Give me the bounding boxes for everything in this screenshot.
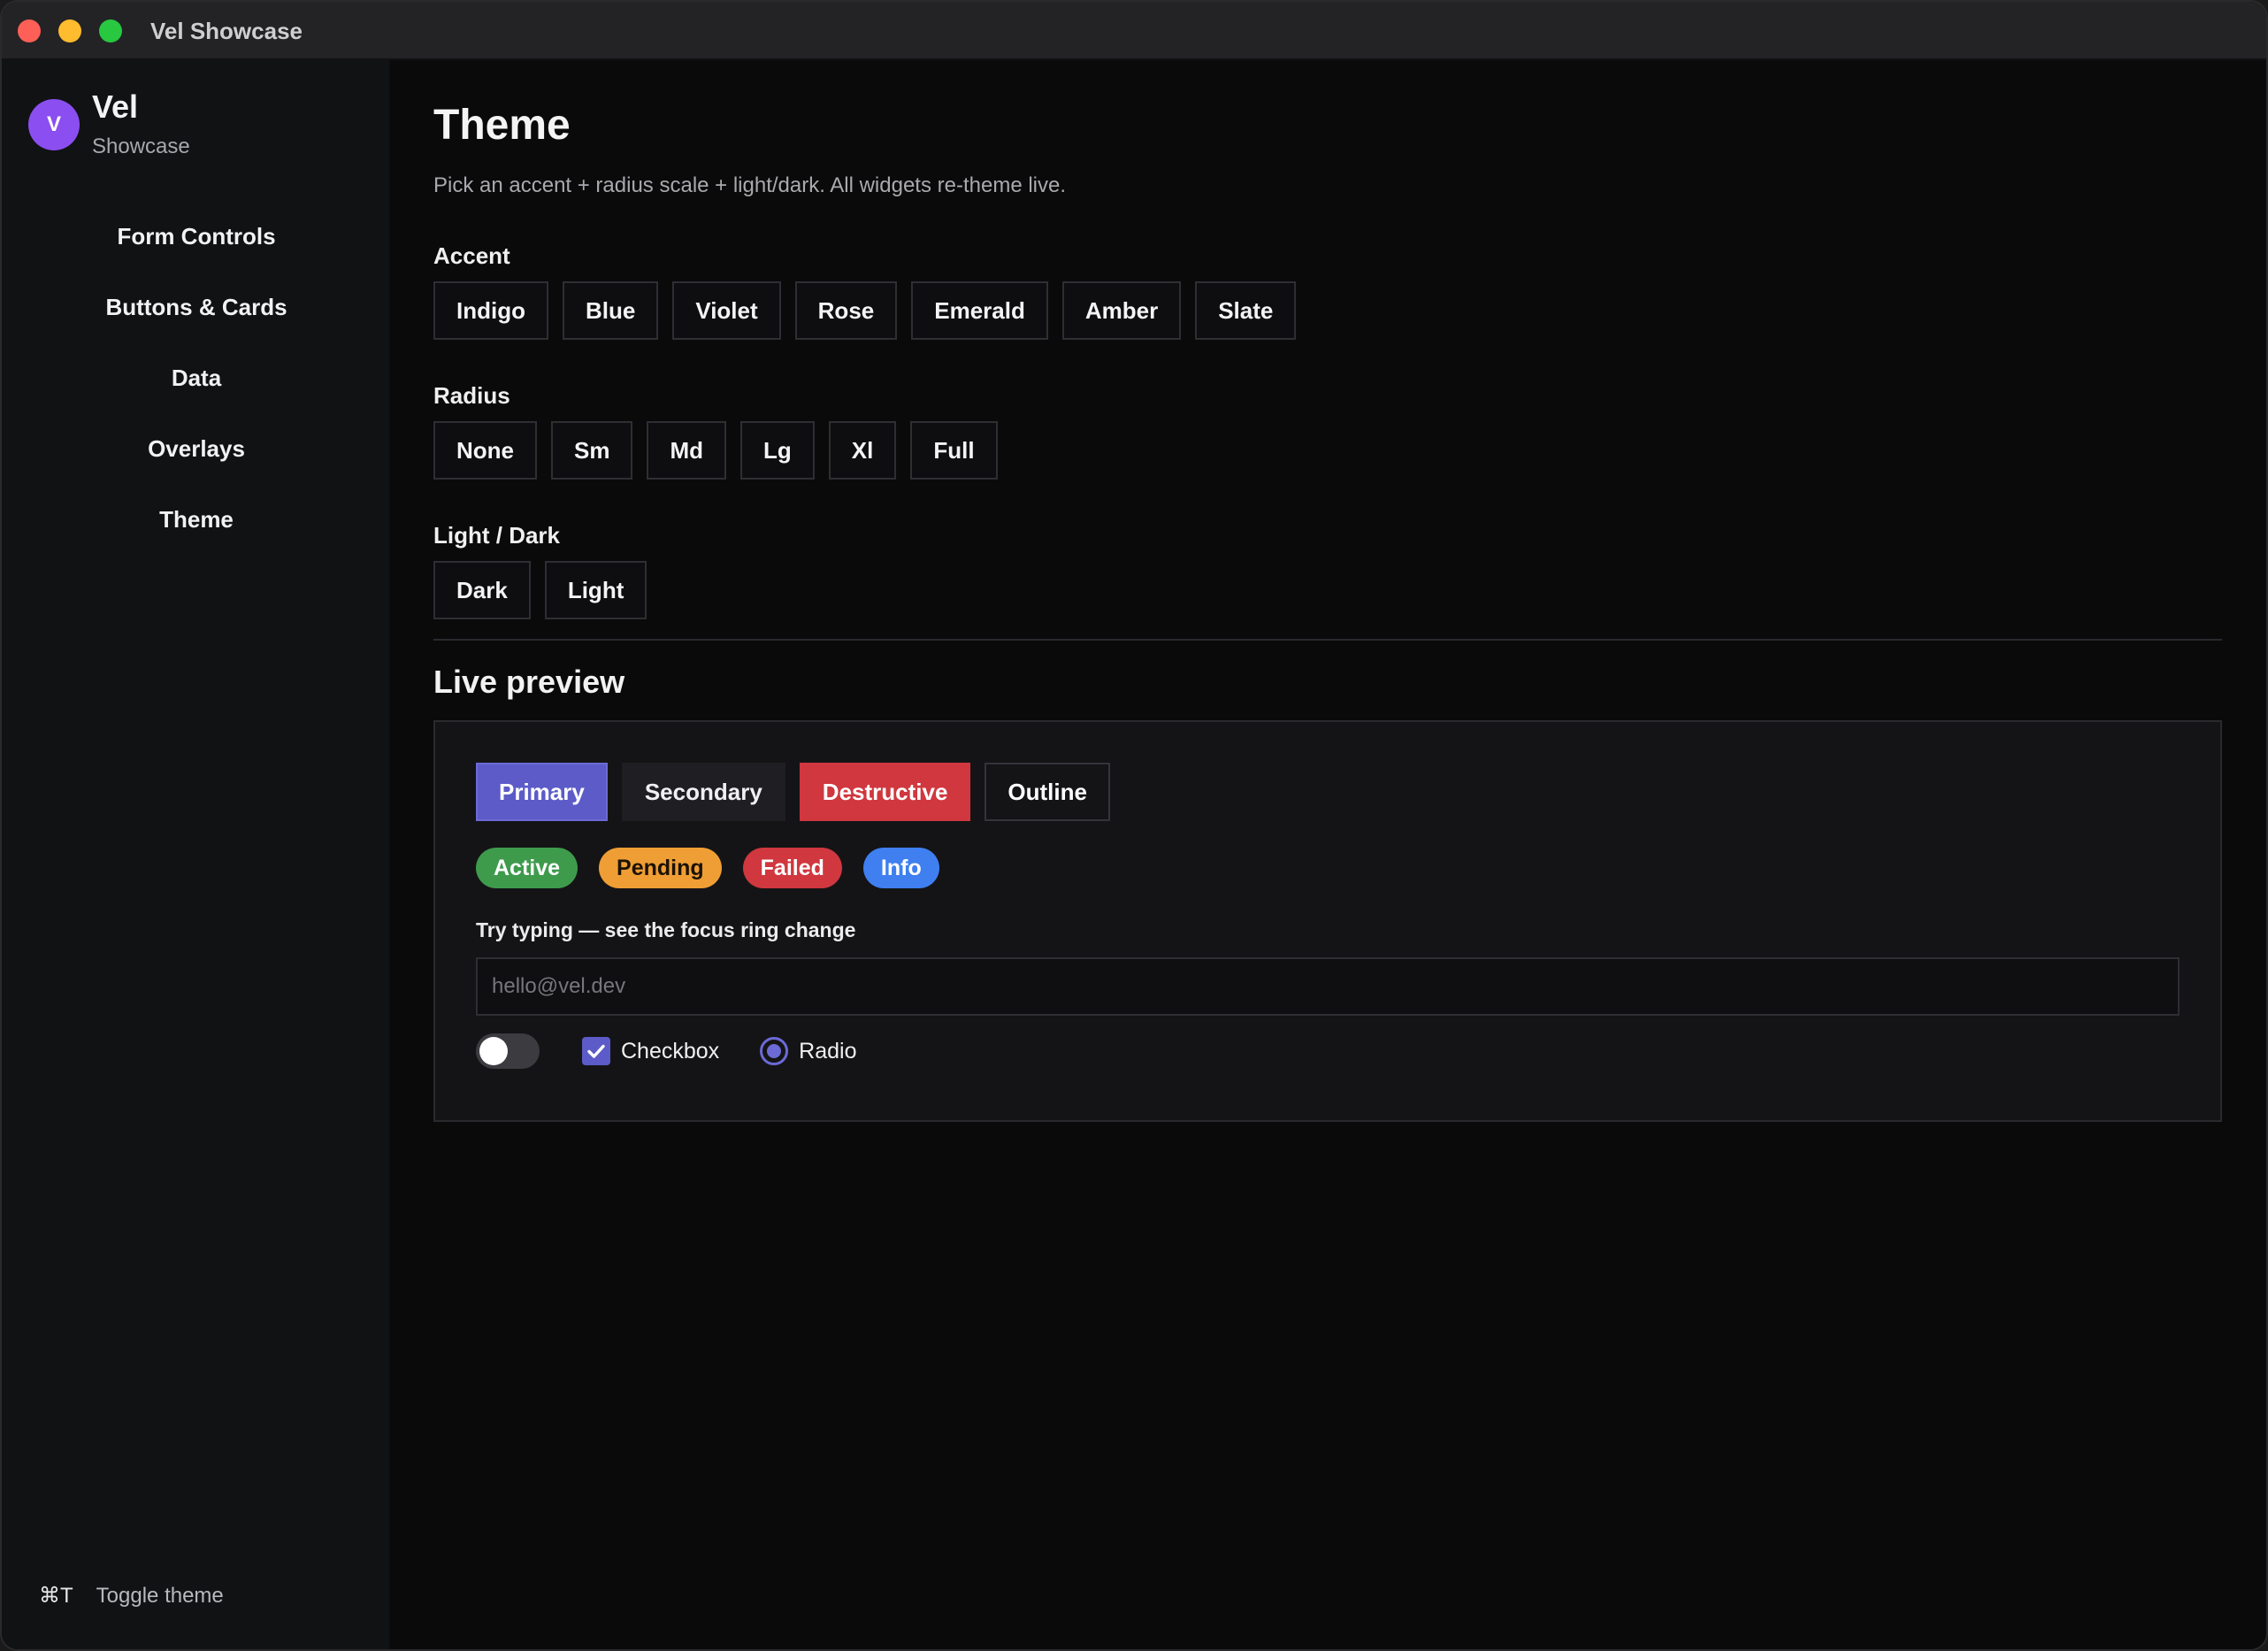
radius-none-button[interactable]: None [433, 421, 537, 480]
destructive-button[interactable]: Destructive [799, 763, 971, 821]
accent-rose-button[interactable]: Rose [794, 281, 898, 340]
section-divider [433, 639, 2222, 641]
page-title: Theme [433, 102, 571, 149]
radio-label: Radio [799, 1038, 857, 1064]
main-content: Theme Pick an accent + radius scale + li… [391, 60, 2266, 1649]
sidebar-item-form-controls[interactable]: Form Controls [2, 223, 391, 250]
mode-options: Dark Light [433, 561, 647, 619]
toggle-switch[interactable] [476, 1033, 540, 1069]
radius-md-button[interactable]: Md [647, 421, 727, 480]
sidebar: V Vel Showcase Form Controls Buttons & C… [2, 60, 391, 1649]
checkbox[interactable] [582, 1037, 610, 1065]
accent-slate-button[interactable]: Slate [1195, 281, 1297, 340]
email-field[interactable] [476, 957, 2180, 1016]
status-badge-active: Active [476, 848, 578, 888]
toggle-theme-shortcut[interactable]: ⌘T Toggle theme [39, 1583, 224, 1609]
live-preview-card: Primary Secondary Destructive Outline Ac… [433, 720, 2222, 1122]
radius-xl-button[interactable]: Xl [828, 421, 897, 480]
accent-blue-button[interactable]: Blue [562, 281, 659, 340]
preview-badges: Active Pending Failed Info [476, 848, 939, 888]
sidebar-item-buttons-cards[interactable]: Buttons & Cards [2, 294, 391, 321]
secondary-button[interactable]: Secondary [621, 763, 785, 821]
radius-options: None Sm Md Lg Xl Full [433, 421, 998, 480]
accent-violet-button[interactable]: Violet [672, 281, 781, 340]
sidebar-item-overlays[interactable]: Overlays [2, 435, 391, 463]
preview-controls: Checkbox Radio [476, 1033, 857, 1069]
accent-indigo-button[interactable]: Indigo [433, 281, 548, 340]
check-icon [587, 1044, 605, 1058]
shortcut-key: ⌘T [39, 1584, 73, 1608]
checkbox-label: Checkbox [621, 1038, 720, 1064]
mode-light-button[interactable]: Light [544, 561, 647, 619]
avatar: V [28, 99, 80, 150]
title-bar: Vel Showcase [2, 2, 2266, 60]
radius-lg-button[interactable]: Lg [740, 421, 815, 480]
email-field-label: Try typing — see the focus ring change [476, 918, 856, 941]
accent-amber-button[interactable]: Amber [1061, 281, 1182, 340]
window-title: Vel Showcase [150, 18, 303, 44]
status-badge-pending: Pending [599, 848, 722, 888]
radio-dot [767, 1044, 782, 1058]
radius-sm-button[interactable]: Sm [551, 421, 633, 480]
status-badge-info: Info [862, 848, 939, 888]
outline-button[interactable]: Outline [985, 763, 1110, 821]
preview-buttons: Primary Secondary Destructive Outline [476, 763, 1110, 821]
radio-button[interactable] [760, 1037, 789, 1065]
sidebar-item-theme[interactable]: Theme [2, 506, 391, 534]
radius-full-button[interactable]: Full [910, 421, 998, 480]
mode-label: Light / Dark [433, 522, 561, 549]
toggle-knob [479, 1037, 508, 1065]
app-window: Vel Showcase V Vel Showcase Form Control… [0, 0, 2268, 1651]
close-window-button[interactable] [18, 19, 41, 42]
status-badge-failed: Failed [742, 848, 842, 888]
live-preview-title: Live preview [433, 664, 625, 700]
accent-options: Indigo Blue Violet Rose Emerald Amber Sl… [433, 281, 1297, 340]
radius-label: Radius [433, 382, 510, 409]
sidebar-item-data[interactable]: Data [2, 365, 391, 392]
zoom-window-button[interactable] [99, 19, 122, 42]
mode-dark-button[interactable]: Dark [433, 561, 531, 619]
minimize-window-button[interactable] [58, 19, 81, 42]
page-description: Pick an accent + radius scale + light/da… [433, 173, 1067, 197]
accent-label: Accent [433, 242, 510, 269]
toggle-theme-label: Toggle theme [96, 1583, 224, 1608]
brand-name: Vel [92, 88, 139, 125]
primary-button[interactable]: Primary [476, 763, 608, 821]
accent-emerald-button[interactable]: Emerald [911, 281, 1048, 340]
brand-subtitle: Showcase [92, 134, 190, 158]
